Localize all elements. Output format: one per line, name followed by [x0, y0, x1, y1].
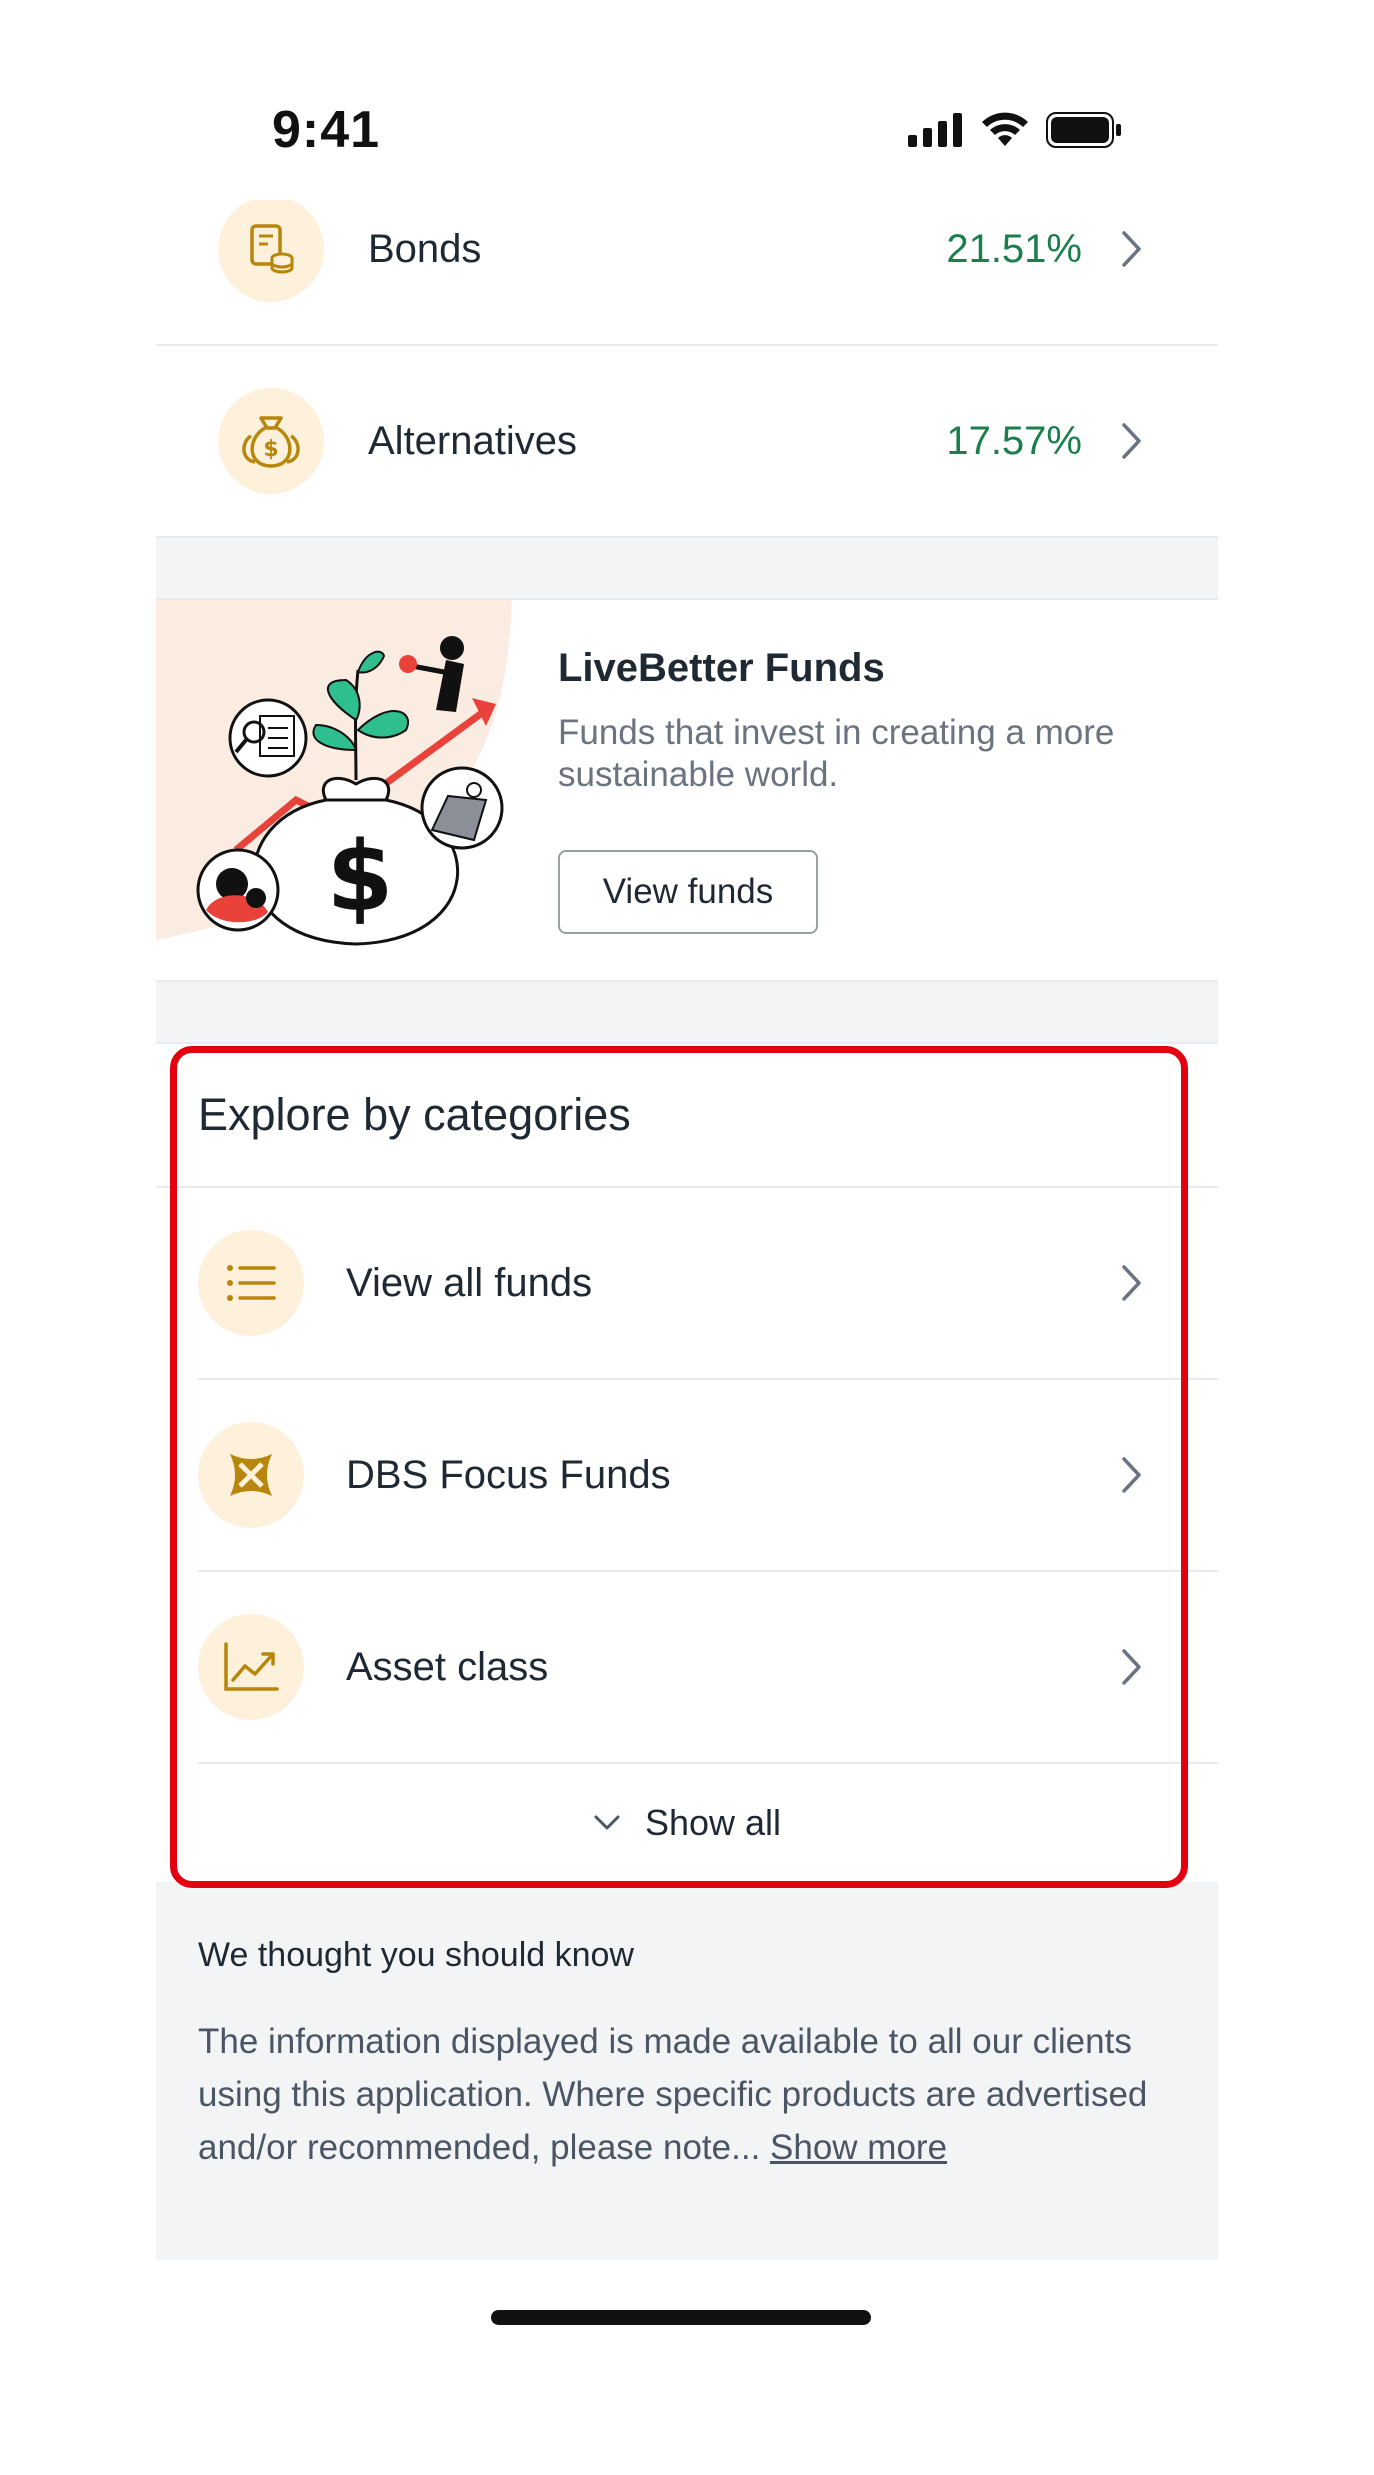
category-label: View all funds [346, 1260, 593, 1305]
svg-text:$: $ [327, 821, 394, 933]
category-asset-class[interactable]: Asset class [198, 1572, 1218, 1764]
disclaimer-section: We thought you should know The informati… [156, 1882, 1218, 2260]
status-bar: 9:41 [0, 0, 1374, 200]
section-gap [156, 982, 1218, 1042]
asset-percent: 17.57% [946, 418, 1082, 463]
status-icons [908, 112, 1122, 148]
category-dbs-focus-funds[interactable]: DBS Focus Funds [198, 1380, 1218, 1572]
list-icon [198, 1230, 304, 1336]
show-more-link[interactable]: Show more [770, 2128, 947, 2167]
category-label: Asset class [346, 1644, 549, 1689]
money-bag-icon: $ [218, 388, 324, 494]
chevron-right-icon [1112, 1648, 1152, 1686]
view-funds-button[interactable]: View funds [558, 850, 818, 934]
section-gap [156, 538, 1218, 598]
promo-description: Funds that invest in creating a more sus… [558, 713, 1115, 794]
chevron-right-icon [1112, 230, 1152, 268]
cellular-signal-icon [908, 113, 962, 147]
show-all-label: Show all [644, 1802, 782, 1843]
disclaimer-title: We thought you should know [198, 1936, 634, 1974]
explore-title: Explore by categories [156, 1044, 1218, 1188]
show-all-button[interactable]: Show all [156, 1764, 1218, 1882]
category-view-all-funds[interactable]: View all funds [198, 1188, 1218, 1380]
asset-label: Bonds [368, 226, 482, 271]
battery-icon [1046, 112, 1121, 148]
status-time: 9:41 [272, 101, 381, 159]
explore-categories-section: Explore by categories View all funds DBS… [156, 1042, 1218, 1882]
disclaimer-body: The information displayed is made availa… [198, 2015, 1176, 2174]
chevron-right-icon [1112, 1456, 1152, 1494]
chevron-right-icon [1112, 422, 1152, 460]
bond-document-icon [218, 196, 324, 302]
promo-title: LiveBetter Funds [558, 646, 885, 690]
livebetter-funds-card: $ LiveBetter Funds Funds that invest in … [156, 598, 1218, 982]
disclaimer-text: The information displayed is made availa… [198, 2022, 1148, 2167]
asset-percent: 21.51% [946, 226, 1082, 271]
svg-text:$: $ [263, 437, 278, 462]
asset-row-alternatives[interactable]: $ Alternatives 17.57% [156, 346, 1218, 538]
chevron-right-icon [1112, 1264, 1152, 1302]
category-label: DBS Focus Funds [346, 1452, 671, 1497]
asset-label: Alternatives [368, 418, 577, 463]
line-chart-icon [198, 1614, 304, 1720]
home-indicator [491, 2310, 871, 2325]
dbs-logo-icon [198, 1422, 304, 1528]
sustainable-fund-illustration: $ [156, 600, 512, 946]
wifi-icon [982, 112, 1028, 146]
chevron-down-icon [594, 1815, 620, 1830]
asset-allocation-list: Bonds 21.51% $ Alternatives 17.57% $ Liv… [156, 154, 1218, 2260]
